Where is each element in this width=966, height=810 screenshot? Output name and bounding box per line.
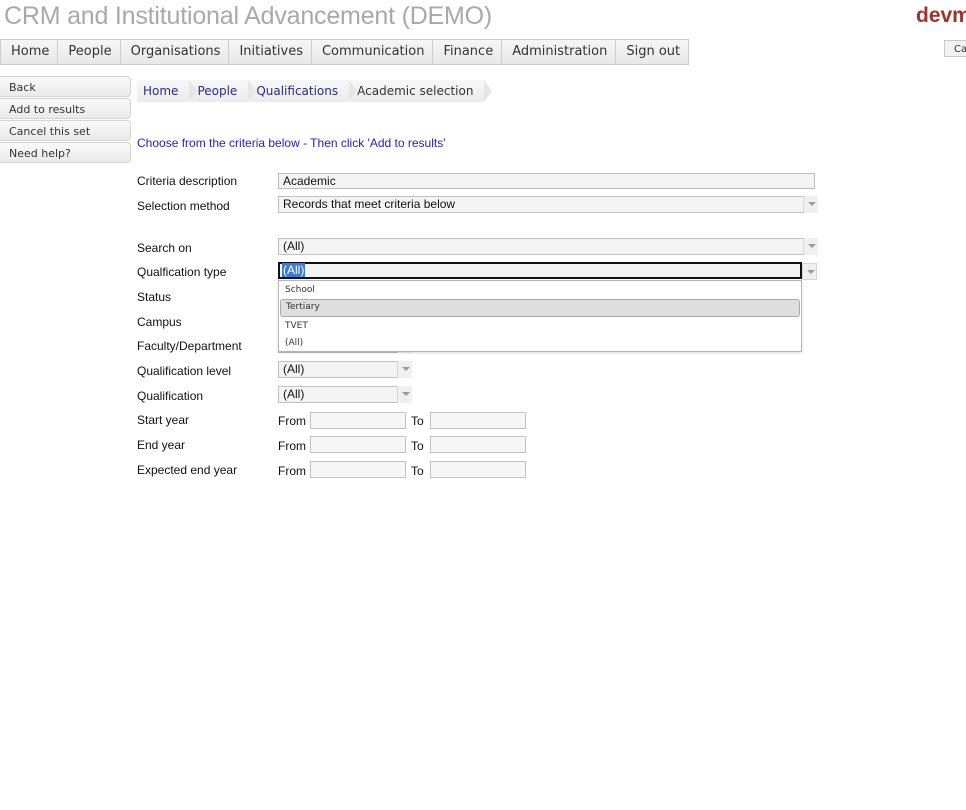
status-label: Status xyxy=(137,290,172,304)
option-tertiary[interactable]: Tertiary xyxy=(280,299,800,317)
search-on-select[interactable]: (All) xyxy=(278,238,818,255)
option-tvet[interactable]: TVET xyxy=(280,318,800,334)
chevron-down-icon xyxy=(803,196,818,213)
breadcrumb-home[interactable]: Home xyxy=(137,80,198,102)
campus-label: Campus xyxy=(137,315,182,329)
sidebar: Back Add to results Cancel this set Need… xyxy=(0,76,131,164)
end-year-label: End year xyxy=(137,438,186,452)
end-year-to-label: To xyxy=(411,439,424,453)
nav-initiatives[interactable]: Initiatives xyxy=(229,40,312,64)
faculty-department-label: Faculty/Department xyxy=(137,339,242,353)
expected-end-year-to-label: To xyxy=(411,464,424,478)
qualification-level-select[interactable]: (All) xyxy=(278,361,412,378)
expected-end-year-to-input[interactable] xyxy=(430,461,526,478)
search-on-label: Search on xyxy=(137,241,192,255)
qualification-type-label: Qualfication type xyxy=(137,265,227,279)
chevron-down-icon xyxy=(397,361,412,378)
nav-finance[interactable]: Finance xyxy=(433,40,503,64)
nav-home[interactable]: Home xyxy=(1,40,59,64)
selection-method-value: Records that meet criteria below xyxy=(283,197,456,211)
qualification-value: (All) xyxy=(283,387,305,401)
app-title: CRM and Institutional Advancement (DEMO) xyxy=(4,2,493,30)
nav-administration[interactable]: Administration xyxy=(502,40,617,64)
search-on-value: (All) xyxy=(283,239,305,253)
start-year-from-label: From xyxy=(278,414,306,428)
start-year-to-input[interactable] xyxy=(430,412,526,429)
option-school[interactable]: School xyxy=(280,282,800,298)
start-year-from-input[interactable] xyxy=(310,412,406,429)
chevron-down-icon xyxy=(803,238,818,255)
expected-end-year-from-label: From xyxy=(278,464,306,478)
start-year-label: Start year xyxy=(137,413,190,427)
nav-communication[interactable]: Communication xyxy=(311,40,434,64)
add-to-results-button[interactable]: Add to results xyxy=(0,98,131,119)
top-right-button[interactable]: Ca xyxy=(944,40,966,57)
end-year-from-input[interactable] xyxy=(310,436,406,453)
qualification-level-label: Qualification level xyxy=(137,364,232,378)
nav-people[interactable]: People xyxy=(58,40,121,64)
cancel-set-button[interactable]: Cancel this set xyxy=(0,120,131,141)
qualification-type-dropdown: School Tertiary TVET (All) xyxy=(278,280,802,352)
chevron-down-icon xyxy=(397,386,412,403)
breadcrumb: Home People Qualifications Academic sele… xyxy=(137,80,493,102)
back-button[interactable]: Back xyxy=(0,76,131,97)
selection-method-label: Selection method xyxy=(137,199,230,213)
brand-logo: devm xyxy=(916,4,966,27)
start-year-to-label: To xyxy=(411,414,424,428)
qualification-type-value: (All) xyxy=(282,263,306,277)
instructions-text: Choose from the criteria below - Then cl… xyxy=(137,136,446,150)
breadcrumb-current: Academic selection xyxy=(351,80,493,102)
qualification-select[interactable]: (All) xyxy=(278,386,412,403)
end-year-from-label: From xyxy=(278,439,306,453)
qualification-level-value: (All) xyxy=(283,362,305,376)
expected-end-year-from-input[interactable] xyxy=(310,461,406,478)
end-year-to-input[interactable] xyxy=(430,436,526,453)
need-help-button[interactable]: Need help? xyxy=(0,142,131,163)
main-nav: Home People Organisations Initiatives Co… xyxy=(0,39,690,65)
breadcrumb-people[interactable]: People xyxy=(191,80,257,102)
qualification-label: Qualification xyxy=(137,389,204,403)
qualification-type-select[interactable]: (All) xyxy=(278,262,817,280)
breadcrumb-qualifications[interactable]: Qualifications xyxy=(250,80,357,102)
option-all[interactable]: (All) xyxy=(280,335,800,351)
criteria-description-label: Criteria description xyxy=(137,174,238,188)
selection-method-select[interactable]: Records that meet criteria below xyxy=(278,196,818,213)
criteria-description-input[interactable]: Academic xyxy=(278,173,815,189)
expected-end-year-label: Expected end year xyxy=(137,463,238,477)
nav-sign-out[interactable]: Sign out xyxy=(616,40,690,64)
chevron-down-icon xyxy=(802,263,817,280)
nav-organisations[interactable]: Organisations xyxy=(120,40,230,64)
